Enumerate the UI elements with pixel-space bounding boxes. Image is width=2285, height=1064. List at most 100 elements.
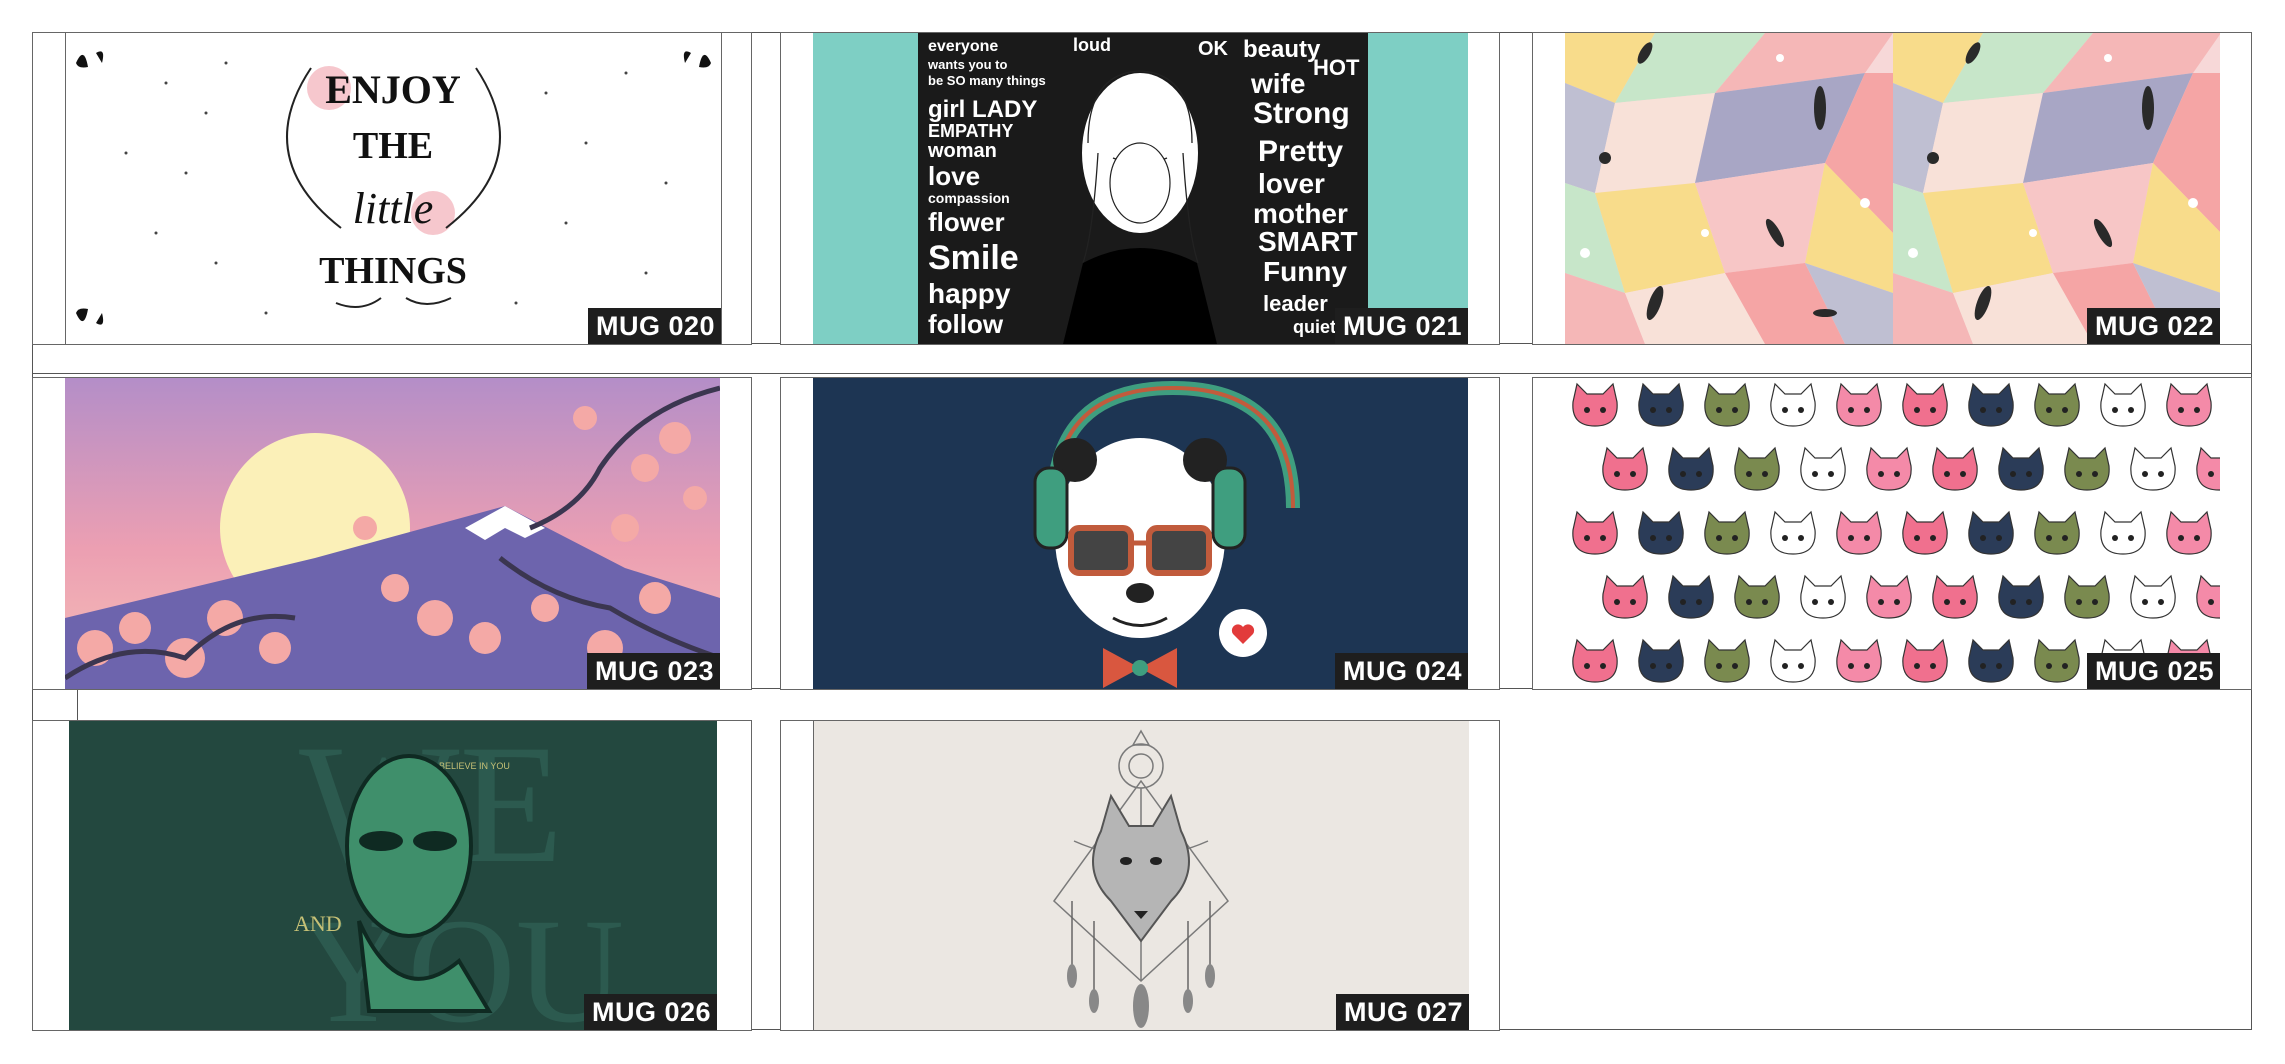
cat-face-icon [1704, 510, 1750, 555]
mug-026-big-text: AND [294, 911, 342, 936]
mug-021-word: compassion [928, 190, 1010, 206]
mug-026-small-text: BELIEVE IN YOU [439, 761, 510, 771]
cat-face-icon [2100, 382, 2146, 427]
mug-021-word: HOT [1313, 55, 1360, 80]
mug-027-artwork: MUG 027 [813, 721, 1469, 1030]
mug-cell-026: WE YOU AND BELIEVE IN YOU MUG 026 [32, 720, 752, 1031]
cat-face-icon [1836, 510, 1882, 555]
mug-025-artwork: MUG 025 [1565, 378, 2220, 689]
mug-021-word: be SO many things [928, 73, 1046, 88]
cat-face-icon [1572, 510, 1618, 555]
mug-label: MUG 021 [1334, 308, 1468, 344]
mug-021-word: Funny [1263, 256, 1347, 287]
cat-face-icon [2130, 446, 2176, 491]
mug-020-artwork: ENJOY THE little THINGS MUG 020 [65, 33, 722, 344]
cat-face-icon [1668, 574, 1714, 619]
mug-021-word: leader [1263, 291, 1328, 316]
mug-021-word: Strong [1253, 97, 1350, 130]
cat-face-icon [1932, 446, 1978, 491]
cat-face-icon [1800, 446, 1846, 491]
cat-face-icon [1638, 382, 1684, 427]
mug-021-word: quiet [1293, 317, 1336, 337]
cat-face-icon [1998, 574, 2044, 619]
mug-label: MUG 023 [586, 653, 720, 689]
mug-020-line-3: little [353, 184, 434, 233]
cat-face-icon [1800, 574, 1846, 619]
cat-face-icon [1836, 638, 1882, 683]
cat-face-icon [2034, 510, 2080, 555]
mug-021-word: love [928, 161, 980, 191]
mug-021-word: girl LADY [928, 96, 1037, 123]
cat-face-icon [1968, 382, 2014, 427]
mug-021-word: follow [928, 309, 1004, 339]
mug-021-word: loud [1073, 35, 1111, 55]
cat-face-icon [2034, 638, 2080, 683]
cat-face-icon [1602, 446, 1648, 491]
cat-face-icon [2064, 446, 2110, 491]
mug-024-artwork: MUG 024 [813, 378, 1468, 689]
cat-face-icon [2100, 510, 2146, 555]
cat-face-icon [1638, 510, 1684, 555]
cat-face-icon [1902, 382, 1948, 427]
mug-021-word: everyone [928, 38, 998, 55]
cat-face-icon [1998, 446, 2044, 491]
cat-face-icon [1638, 638, 1684, 683]
mug-label: MUG 025 [2086, 653, 2220, 689]
mug-021-word: lover [1258, 168, 1325, 199]
mug-021-word: Smile [928, 239, 1019, 277]
mug-021-word: Pretty [1258, 135, 1343, 168]
cat-face-icon [2034, 382, 2080, 427]
mug-021-word: happy [928, 278, 1011, 309]
mug-cell-025: MUG 025 [1532, 377, 2252, 690]
mug-cell-020: ENJOY THE little THINGS MUG 020 [32, 32, 752, 345]
cat-face-icon [1770, 510, 1816, 555]
mug-023-artwork: MUG 023 [65, 378, 720, 689]
cat-face-icon [1866, 574, 1912, 619]
mug-021-word: SMART [1258, 226, 1358, 257]
cat-face-icon [1770, 382, 1816, 427]
cat-face-icon [1968, 638, 2014, 683]
mug-021-word: woman [927, 140, 997, 162]
cat-face-icon [1902, 638, 1948, 683]
cat-face-icon [1836, 382, 1882, 427]
mug-cell-022: MUG 022 [1532, 32, 2252, 345]
mug-label: MUG 027 [1335, 994, 1469, 1030]
mug-label: MUG 020 [587, 308, 721, 344]
mug-cell-024: MUG 024 [780, 377, 1500, 690]
mug-021-word: wants you to [927, 57, 1008, 72]
cat-face-icon [1572, 638, 1618, 683]
mug-021-artwork: everyone wants you to be SO many things … [813, 33, 1468, 344]
mug-020-line-2: THE [353, 125, 433, 167]
cat-face-icon [1602, 574, 1648, 619]
mug-021-word: flower [928, 207, 1005, 237]
mug-026-artwork: WE YOU AND BELIEVE IN YOU MUG 026 [69, 721, 717, 1030]
mug-022-artwork: MUG 022 [1565, 33, 2220, 344]
cat-face-icon [1734, 574, 1780, 619]
mug-021-word: EMPATHY [928, 121, 1013, 141]
mug-cell-027: MUG 027 [780, 720, 1500, 1031]
cat-face-icon [1704, 638, 1750, 683]
cat-face-icon [1704, 382, 1750, 427]
cat-face-icon [2166, 382, 2212, 427]
cat-face-icon [2196, 574, 2220, 619]
cat-face-icon [2196, 446, 2220, 491]
cat-face-icon [2064, 574, 2110, 619]
cat-face-icon [1572, 382, 1618, 427]
cat-face-icon [1668, 446, 1714, 491]
cat-face-icon [1932, 574, 1978, 619]
mug-021-word: wife [1250, 68, 1305, 99]
cat-face-icon [1770, 638, 1816, 683]
cat-face-icon [2130, 574, 2176, 619]
mug-label: MUG 022 [2086, 308, 2220, 344]
cat-face-icon [1902, 510, 1948, 555]
cat-face-icon [1734, 446, 1780, 491]
row-divider [32, 373, 2252, 374]
mug-cell-023: MUG 023 [32, 377, 752, 690]
mug-021-word: mother [1253, 198, 1348, 229]
mug-label: MUG 026 [583, 994, 717, 1030]
mug-021-word: beauty [1243, 36, 1321, 63]
mug-021-word: OK [1198, 38, 1229, 60]
mug-020-line-4: THINGS [319, 250, 467, 292]
cat-face-icon [1968, 510, 2014, 555]
mug-label: MUG 024 [1334, 653, 1468, 689]
